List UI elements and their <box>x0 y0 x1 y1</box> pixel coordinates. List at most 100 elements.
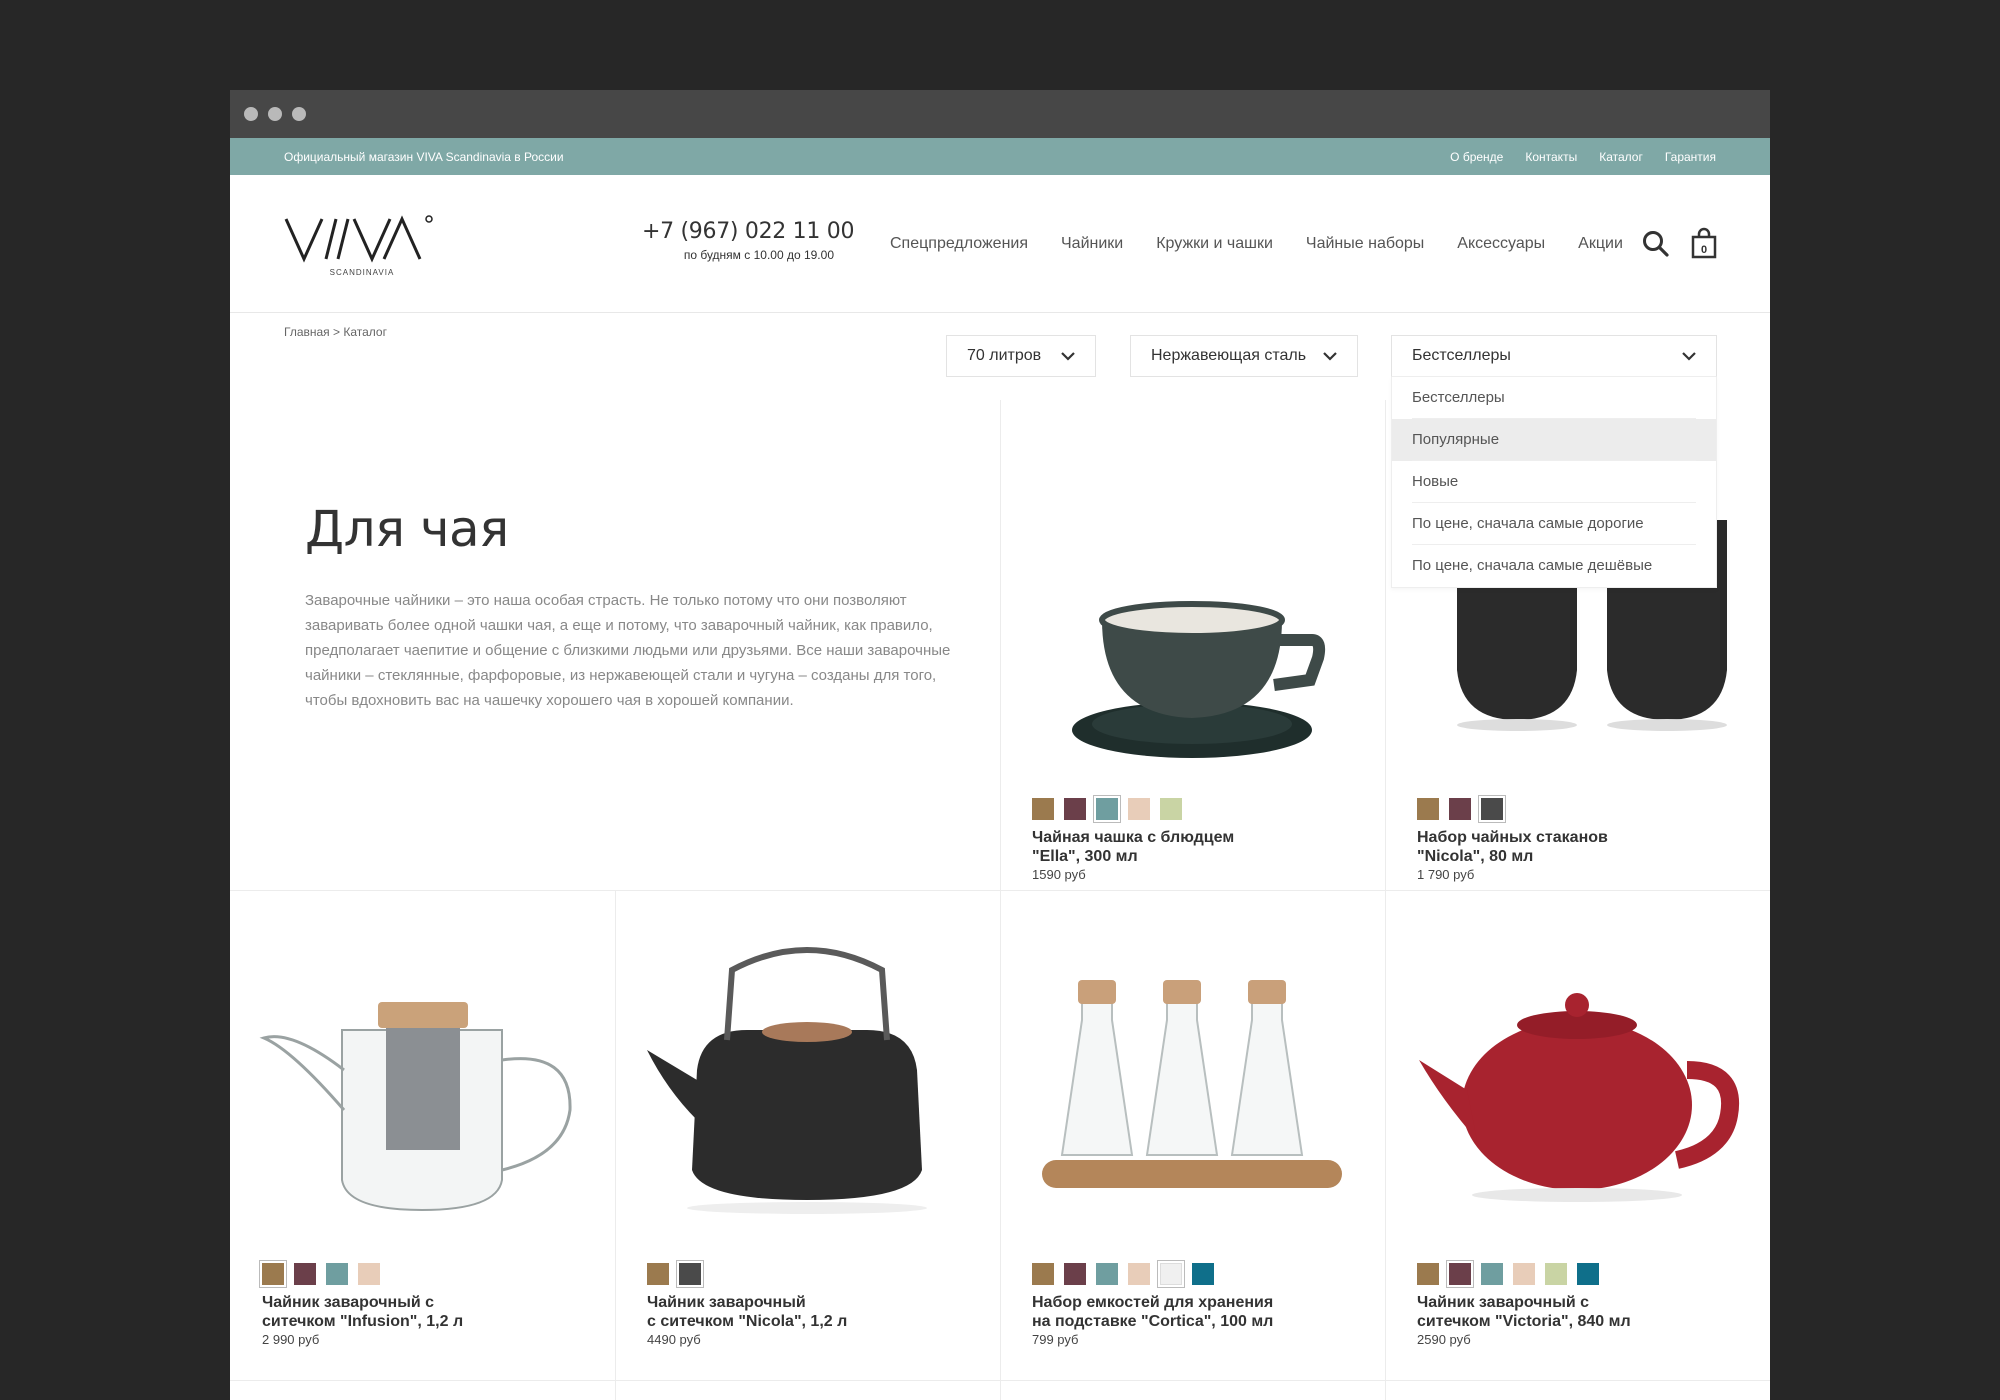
top-links: О бренде Контакты Каталог Гарантия <box>1450 150 1716 164</box>
color-swatches <box>260 1261 380 1287</box>
working-hours: по будням с 10.00 до 19.00 <box>683 248 834 262</box>
nav-accessories[interactable]: Аксессуары <box>1457 235 1545 253</box>
product-name[interactable]: Чайная чашка с блюдцем "Ella", 300 мл <box>1032 828 1372 866</box>
material-filter-value: Нержавеющая сталь <box>1151 347 1307 364</box>
cart-count: 0 <box>1701 244 1707 256</box>
color-swatch[interactable] <box>1064 1263 1086 1285</box>
contact-phone-block: +7 (967) 022 11 00 по будням с 10.00 до … <box>642 219 854 262</box>
color-swatches <box>1032 796 1182 822</box>
material-filter-select[interactable]: Нержавеющая сталь <box>1130 335 1358 377</box>
product-image[interactable] <box>1022 480 1362 820</box>
color-swatches <box>1417 1261 1599 1287</box>
color-swatch[interactable] <box>326 1263 348 1285</box>
sort-option-popular[interactable]: Популярные <box>1392 419 1716 461</box>
color-swatch[interactable] <box>647 1263 669 1285</box>
product-card[interactable]: Чайная чашка с блюдцем "Ella", 300 мл 159… <box>1000 400 1385 890</box>
search-icon[interactable] <box>1642 230 1670 258</box>
product-image[interactable] <box>637 910 977 1250</box>
volume-filter-value: 70 литров <box>967 347 1042 364</box>
color-swatch[interactable] <box>358 1263 380 1285</box>
sort-dropdown-menu: Бестселлеры Популярные Новые По цене, сн… <box>1391 377 1717 588</box>
nav-teapots[interactable]: Чайники <box>1061 235 1123 253</box>
color-swatches <box>1417 796 1505 822</box>
nav-special-offers[interactable]: Спецпредложения <box>890 235 1028 253</box>
sort-option-price-asc[interactable]: По цене, сначала самые дешёвые <box>1392 545 1716 587</box>
product-image[interactable] <box>252 910 592 1250</box>
product-price: 799 руб <box>1032 1332 1079 1347</box>
window-titlebar <box>230 90 1770 138</box>
color-swatch[interactable] <box>1447 1261 1473 1287</box>
product-card[interactable]: Набор емкостей для хранения на подставке… <box>1000 890 1385 1380</box>
product-price: 1590 руб <box>1032 867 1086 882</box>
color-swatch[interactable] <box>1417 1263 1439 1285</box>
product-image[interactable] <box>1022 910 1362 1250</box>
window-minimize-dot[interactable] <box>268 107 282 121</box>
color-swatch[interactable] <box>1096 1263 1118 1285</box>
category-intro: Для чая Заварочные чайники – это наша ос… <box>305 500 975 713</box>
color-swatch[interactable] <box>1094 796 1120 822</box>
color-swatch[interactable] <box>1577 1263 1599 1285</box>
color-swatch[interactable] <box>1160 798 1182 820</box>
top-link-warranty[interactable]: Гарантия <box>1665 150 1716 164</box>
color-swatch[interactable] <box>1417 798 1439 820</box>
grid-divider <box>230 1380 1770 1381</box>
shopping-bag-icon[interactable]: 0 <box>1690 227 1718 259</box>
color-swatch[interactable] <box>1158 1261 1184 1287</box>
product-price: 2590 руб <box>1417 1332 1471 1347</box>
color-swatch[interactable] <box>1128 1263 1150 1285</box>
chevron-down-icon <box>1682 352 1696 361</box>
top-link-catalog[interactable]: Каталог <box>1599 150 1643 164</box>
chevron-down-icon <box>1323 352 1337 361</box>
nav-mugs-cups[interactable]: Кружки и чашки <box>1156 235 1273 253</box>
color-swatch[interactable] <box>1032 1263 1054 1285</box>
color-swatch[interactable] <box>294 1263 316 1285</box>
logo-subtitle: SCANDINAVIA <box>330 268 395 277</box>
color-swatch[interactable] <box>1064 798 1086 820</box>
window-close-dot[interactable] <box>244 107 258 121</box>
chevron-down-icon <box>1061 352 1075 361</box>
product-price: 2 990 руб <box>262 1332 320 1347</box>
sort-select-value: Бестселлеры <box>1412 347 1511 364</box>
site-header: SCANDINAVIA +7 (967) 022 11 00 по будням… <box>230 175 1770 313</box>
color-swatch[interactable] <box>260 1261 286 1287</box>
product-card[interactable]: Чайник заварочный с ситечком "Nicola", 1… <box>615 890 1000 1380</box>
color-swatch[interactable] <box>1128 798 1150 820</box>
color-swatch[interactable] <box>677 1261 703 1287</box>
color-swatches <box>647 1261 703 1287</box>
sort-option-price-desc[interactable]: По цене, сначала самые дорогие <box>1392 503 1716 545</box>
product-name[interactable]: Чайник заварочный с ситечком "Nicola", 1… <box>647 1293 987 1331</box>
product-name[interactable]: Чайник заварочный с ситечком "Infusion",… <box>262 1293 602 1331</box>
sort-select[interactable]: Бестселлеры <box>1391 335 1717 377</box>
store-tagline: Официальный магазин VIVA Scandinavia в Р… <box>284 149 564 164</box>
color-swatch[interactable] <box>1449 798 1471 820</box>
color-swatches <box>1032 1261 1214 1287</box>
top-info-bar: Официальный магазин VIVA Scandinavia в Р… <box>230 138 1770 175</box>
viva-logo[interactable]: SCANDINAVIA <box>284 209 434 279</box>
product-image[interactable] <box>1407 910 1747 1250</box>
product-card[interactable]: Чайник заварочный с ситечком "Victoria",… <box>1385 890 1770 1380</box>
window-maximize-dot[interactable] <box>292 107 306 121</box>
breadcrumb[interactable]: Главная > Каталог <box>284 325 387 339</box>
color-swatch[interactable] <box>1192 1263 1214 1285</box>
volume-filter-select[interactable]: 70 литров <box>946 335 1096 377</box>
sort-option-bestsellers[interactable]: Бестселлеры <box>1392 377 1716 419</box>
product-name[interactable]: Набор емкостей для хранения на подставке… <box>1032 1293 1372 1331</box>
color-swatch[interactable] <box>1513 1263 1535 1285</box>
sort-option-new[interactable]: Новые <box>1392 461 1716 503</box>
product-price: 4490 руб <box>647 1332 701 1347</box>
product-card[interactable]: Чайник заварочный с ситечком "Infusion",… <box>230 890 615 1380</box>
product-name[interactable]: Чайник заварочный с ситечком "Victoria",… <box>1417 1293 1757 1331</box>
color-swatch[interactable] <box>1481 1263 1503 1285</box>
top-link-contacts[interactable]: Контакты <box>1525 150 1577 164</box>
color-swatch[interactable] <box>1479 796 1505 822</box>
nav-tea-sets[interactable]: Чайные наборы <box>1306 235 1424 253</box>
phone-number[interactable]: +7 (967) 022 11 00 <box>642 219 854 244</box>
color-swatch[interactable] <box>1545 1263 1567 1285</box>
category-description: Заварочные чайники – это наша особая стр… <box>305 592 951 709</box>
top-link-about[interactable]: О бренде <box>1450 150 1503 164</box>
product-price: 1 790 руб <box>1417 867 1475 882</box>
color-swatch[interactable] <box>1032 798 1054 820</box>
page-title: Для чая <box>305 500 509 558</box>
nav-promotions[interactable]: Акции <box>1578 235 1623 253</box>
product-name[interactable]: Набор чайных стаканов "Nicola", 80 мл <box>1417 828 1757 866</box>
